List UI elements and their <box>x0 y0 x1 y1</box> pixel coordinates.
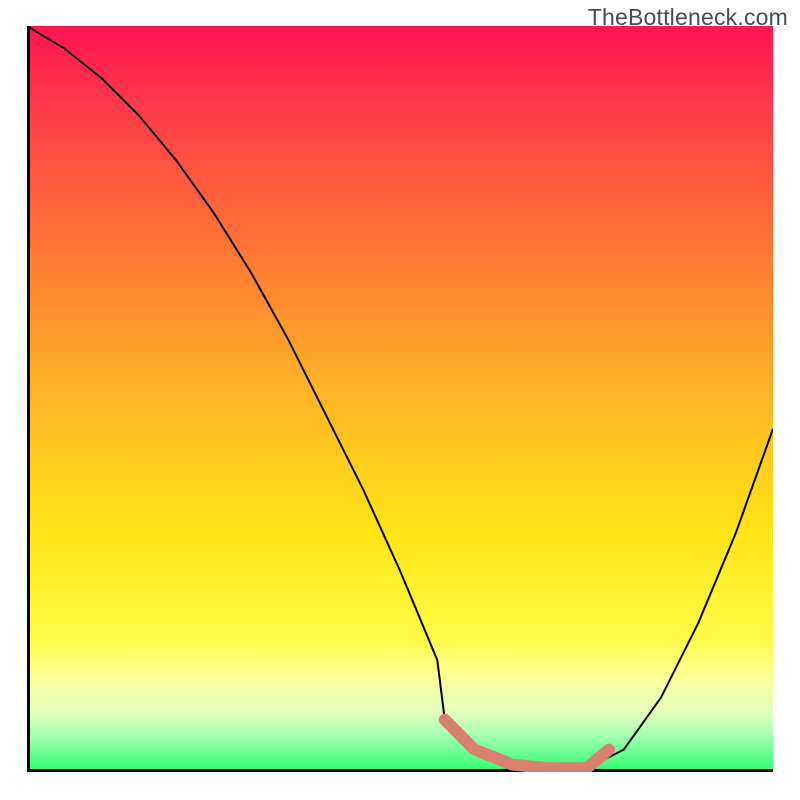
bottleneck-curve-line <box>27 26 773 768</box>
optimal-range-line <box>445 720 609 769</box>
chart-svg <box>27 26 773 772</box>
chart-plot-area <box>27 26 773 772</box>
